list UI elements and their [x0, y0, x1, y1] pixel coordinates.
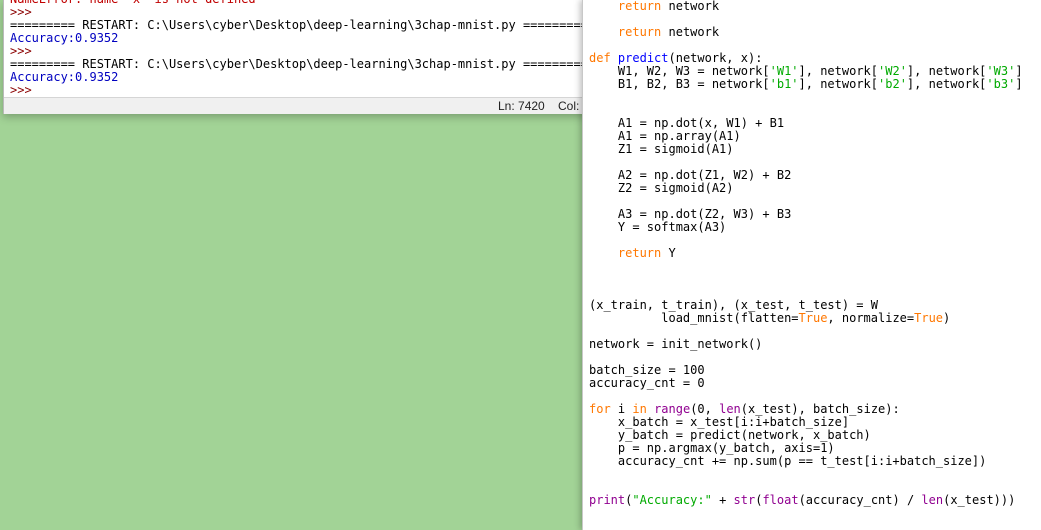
- code-editor-text[interactable]: return network return network def predict…: [589, 0, 1039, 507]
- code-token: 'W2': [878, 64, 907, 78]
- code-token: (x_test))): [943, 493, 1016, 507]
- code-line: load_mnist(flatten=True, normalize=True): [589, 312, 1039, 325]
- code-token: A2 = np.dot(Z1, W2) + B2: [589, 168, 792, 182]
- code-token: 'b3': [986, 77, 1016, 91]
- code-token: y_batch = predict(network, x_batch): [589, 428, 871, 442]
- code-token: ], network[: [798, 77, 879, 91]
- code-token: B1, B2, B3 = network[: [589, 77, 770, 91]
- code-token: (x_test), batch_size):: [740, 402, 900, 416]
- code-token: network = init_network(): [589, 337, 763, 351]
- code-token: , normalize=: [827, 311, 915, 325]
- code-token: Y: [661, 246, 676, 260]
- code-token: True: [798, 311, 828, 325]
- code-line: network = init_network(): [589, 338, 1039, 351]
- code-token: return: [617, 246, 662, 260]
- code-line: accuracy_cnt = 0: [589, 377, 1039, 390]
- code-token: 'W3': [986, 64, 1016, 78]
- code-token: float: [762, 493, 799, 507]
- code-token: ], network[: [798, 64, 879, 78]
- code-token: (accuracy_cnt) /: [798, 493, 922, 507]
- code-token: 'W1': [769, 64, 799, 78]
- shell-output-area[interactable]: NameError: name 'x' is not defined>>> ==…: [10, 0, 585, 97]
- code-token: accuracy_cnt = 0: [589, 376, 705, 390]
- code-token: i: [610, 402, 633, 416]
- python-shell-window[interactable]: NameError: name 'x' is not defined>>> ==…: [3, 0, 595, 114]
- code-token: network: [661, 0, 720, 13]
- code-token: accuracy_cnt += np.sum(p == t_test[i:i+b…: [589, 454, 987, 468]
- code-token: W1, W2, W3 = network[: [589, 64, 770, 78]
- shell-line-output: Accuracy:0.9352: [10, 31, 119, 45]
- code-token: return: [617, 25, 662, 39]
- code-token: x_batch = x_test[i:i+batch_size]: [589, 415, 850, 429]
- code-token: A1 = np.array(A1): [589, 129, 741, 143]
- code-token: +: [711, 493, 734, 507]
- code-token: (0,: [690, 402, 720, 416]
- code-token: "Accuracy:": [632, 493, 712, 507]
- code-token: network: [661, 25, 720, 39]
- code-token: str: [733, 493, 756, 507]
- code-token: ], network[: [906, 77, 987, 91]
- shell-status-bar: Ln: 7420 Col: 4: [4, 97, 592, 114]
- code-token: p = np.argmax(y_batch, axis=1): [589, 441, 835, 455]
- code-token: 'b2': [878, 77, 907, 91]
- line-number-indicator: Ln: 7420: [498, 99, 545, 113]
- code-token: True: [914, 311, 944, 325]
- code-token: predict: [617, 51, 669, 65]
- code-token: (network, x):: [668, 51, 763, 65]
- code-line: Z2 = sigmoid(A2): [589, 182, 1039, 195]
- code-token: Z2 = sigmoid(A2): [589, 181, 734, 195]
- code-token: for: [589, 402, 611, 416]
- code-line: Y = softmax(A3): [589, 221, 1039, 234]
- code-token: (x_train, t_train), (x_test, t_test) = W: [589, 298, 878, 312]
- code-line: return network: [589, 26, 1039, 39]
- code-token: print: [589, 493, 626, 507]
- code-line: return Y: [589, 247, 1039, 260]
- code-line: Z1 = sigmoid(A1): [589, 143, 1039, 156]
- code-token: A3 = np.dot(Z2, W3) + B3: [589, 207, 792, 221]
- shell-line-prompt: >>>: [10, 83, 39, 97]
- code-line: B1, B2, B3 = network['b1'], network['b2'…: [589, 78, 1039, 91]
- code-token: return: [617, 0, 662, 13]
- code-token: batch_size = 100: [589, 363, 705, 377]
- shell-line-output: Accuracy:0.9352: [10, 70, 119, 84]
- code-token: range: [654, 402, 691, 416]
- code-token: in: [632, 402, 647, 416]
- code-token: load_mnist(flatten=: [589, 311, 799, 325]
- code-line: print("Accuracy:" + str(float(accuracy_c…: [589, 494, 1039, 507]
- code-token: len: [921, 493, 944, 507]
- code-token: ]: [1015, 77, 1023, 91]
- code-line: accuracy_cnt += np.sum(p == t_test[i:i+b…: [589, 455, 1039, 468]
- code-token: 'b1': [769, 77, 799, 91]
- code-line: return network: [589, 0, 1039, 13]
- code-token: ], network[: [906, 64, 987, 78]
- code-token: ): [943, 311, 951, 325]
- code-token: A1 = np.dot(x, W1) + B1: [589, 116, 785, 130]
- code-token: def: [589, 51, 611, 65]
- code-token: ]: [1015, 64, 1023, 78]
- code-editor-window[interactable]: return network return network def predict…: [582, 0, 1041, 530]
- code-token: Y = softmax(A3): [589, 220, 727, 234]
- code-token: len: [719, 402, 741, 416]
- code-token: Z1 = sigmoid(A1): [589, 142, 734, 156]
